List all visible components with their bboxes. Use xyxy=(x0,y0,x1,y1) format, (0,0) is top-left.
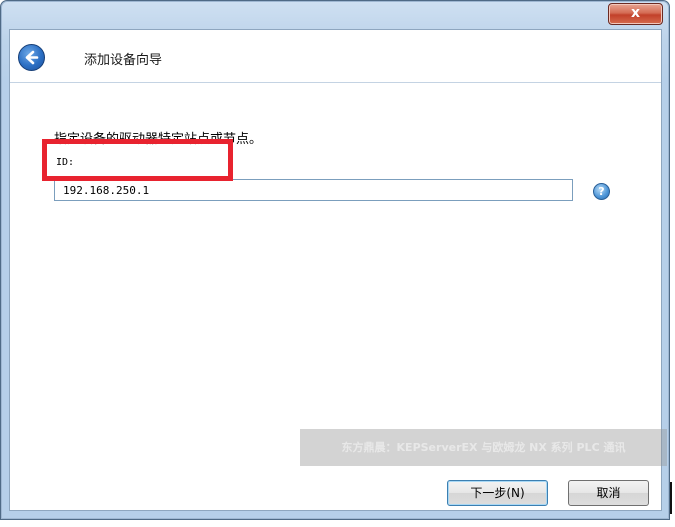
wizard-title: 添加设备向导 xyxy=(84,53,163,68)
close-button[interactable]: x xyxy=(608,3,663,25)
highlight-box xyxy=(42,139,233,181)
text-cursor xyxy=(670,482,672,514)
cancel-button[interactable]: 取消 xyxy=(568,480,649,506)
close-icon: x xyxy=(630,5,641,21)
watermark-banner: 东方鼎晨：KEPServerEX 与欧姆龙 NX 系列 PLC 通讯 xyxy=(300,429,667,466)
back-button[interactable] xyxy=(18,44,45,71)
help-icon[interactable]: ? xyxy=(593,183,610,200)
wizard-footer: 下一步(N) 取消 xyxy=(9,467,662,513)
back-arrow-icon xyxy=(25,50,39,65)
wizard-header: 添加设备向导 xyxy=(10,30,661,82)
id-input[interactable] xyxy=(54,179,573,201)
next-button[interactable]: 下一步(N) xyxy=(447,480,548,506)
